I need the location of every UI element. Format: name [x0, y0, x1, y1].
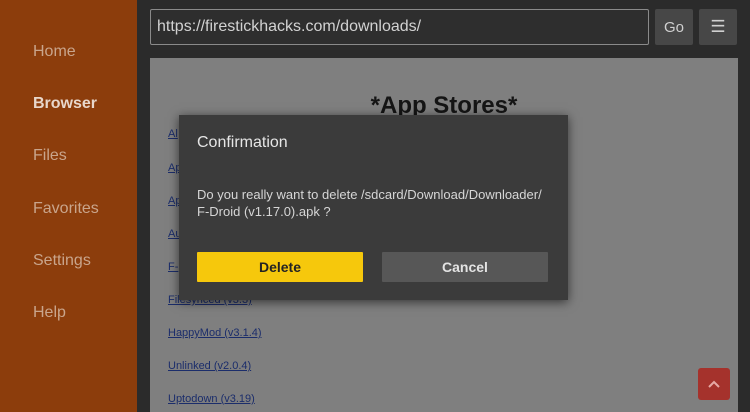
sidebar-item-files[interactable]: Files — [33, 147, 67, 165]
app-link[interactable]: Al — [168, 128, 178, 140]
scroll-to-top-button[interactable] — [698, 368, 730, 400]
url-input[interactable] — [150, 9, 649, 45]
dialog-message: Do you really want to delete /sdcard/Dow… — [197, 186, 552, 220]
sidebar-item-home[interactable]: Home — [33, 43, 76, 61]
app-link[interactable]: Unlinked (v2.0.4) — [168, 360, 251, 372]
dialog-title: Confirmation — [197, 134, 288, 151]
dialog-message-line-1: Do you really want to delete /sdcard/Dow… — [197, 187, 542, 202]
hamburger-menu-icon: ☰ — [710, 17, 726, 36]
sidebar-item-browser[interactable]: Browser — [33, 95, 97, 113]
cancel-button[interactable]: Cancel — [382, 252, 548, 282]
sidebar-item-settings[interactable]: Settings — [33, 252, 91, 270]
confirmation-dialog: Confirmation Do you really want to delet… — [179, 115, 568, 300]
app-link[interactable]: F- — [168, 261, 178, 273]
menu-button[interactable]: ☰ — [699, 9, 737, 45]
sidebar: Home Browser Files Favorites Settings He… — [0, 0, 137, 412]
go-button[interactable]: Go — [655, 9, 693, 45]
dialog-message-line-2: F-Droid (v1.17.0).apk ? — [197, 204, 331, 219]
sidebar-item-help[interactable]: Help — [33, 304, 66, 322]
sidebar-item-favorites[interactable]: Favorites — [33, 200, 99, 218]
chevron-up-icon — [708, 380, 720, 388]
app-link[interactable]: HappyMod (v3.1.4) — [168, 327, 262, 339]
delete-button[interactable]: Delete — [197, 252, 363, 282]
app-link[interactable]: Uptodown (v3.19) — [168, 393, 255, 405]
